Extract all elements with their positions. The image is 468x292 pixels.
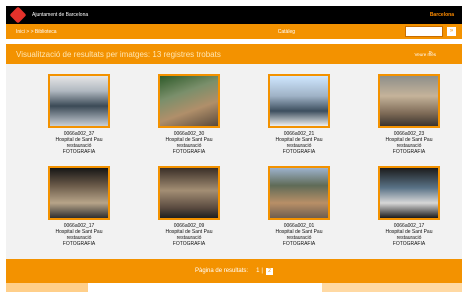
footer: [6, 283, 462, 292]
pagination-label: Pàgina de resultats:: [195, 268, 249, 274]
search-input[interactable]: [405, 26, 443, 37]
result-item[interactable]: 0066a002_23 Hospital de Sant Pau restaur…: [354, 74, 464, 155]
result-item[interactable]: 0066a002_17 Hospital de Sant Pau restaur…: [354, 166, 464, 247]
view-more-link[interactable]: Veure més: [414, 52, 436, 57]
search-button[interactable]: »: [447, 27, 456, 36]
result-thumbnail[interactable]: [268, 166, 330, 220]
result-thumbnail[interactable]: [158, 74, 220, 128]
pagination-separator: |: [261, 268, 263, 274]
result-item[interactable]: 0066a002_09 Hospital de Sant Pau restaur…: [134, 166, 244, 247]
result-type: FOTOGRAFIA: [62, 241, 96, 247]
org-name: Ajuntament de Barcelona: [32, 12, 89, 18]
breadcrumb[interactable]: Inici > > Biblioteca: [16, 29, 57, 35]
result-thumbnail[interactable]: [48, 74, 110, 128]
result-type: FOTOGRAFIA: [62, 149, 96, 155]
results-title: Visualització de resultats per imatges: …: [16, 49, 221, 59]
footer-left[interactable]: [6, 283, 88, 292]
results-grid-area: 0066a002_37 Hospital de Sant Pau restaur…: [6, 64, 462, 259]
results-grid: 0066a002_37 Hospital de Sant Pau restaur…: [6, 64, 462, 259]
result-item[interactable]: 0066a002_30 Hospital de Sant Pau restaur…: [134, 74, 244, 155]
result-item[interactable]: 0066a002_37 Hospital de Sant Pau restaur…: [24, 74, 134, 155]
result-caption: 0066a002_21 Hospital de Sant Pau restaur…: [244, 131, 354, 155]
result-caption: 0066a002_09 Hospital de Sant Pau restaur…: [134, 223, 244, 247]
pagination: Pàgina de resultats: 1 | 2: [6, 259, 462, 283]
result-item[interactable]: 0066a002_21 Hospital de Sant Pau restaur…: [244, 74, 354, 155]
nav-section[interactable]: Catàleg: [278, 29, 295, 35]
result-type: FOTOGRAFIA: [392, 149, 426, 155]
result-type: FOTOGRAFIA: [282, 149, 316, 155]
result-caption: 0066a002_17 Hospital de Sant Pau restaur…: [24, 223, 134, 247]
result-thumbnail[interactable]: [378, 74, 440, 128]
result-thumbnail[interactable]: [158, 166, 220, 220]
result-caption: 0066a002_23 Hospital de Sant Pau restaur…: [354, 131, 464, 155]
pagination-current[interactable]: 1: [256, 268, 259, 274]
pagination-next[interactable]: 2: [265, 267, 273, 275]
view-more-arrow-icon[interactable]: »: [429, 50, 432, 56]
result-type: FOTOGRAFIA: [172, 241, 206, 247]
result-item[interactable]: 0066a002_01 Hospital de Sant Pau restaur…: [244, 166, 354, 247]
result-caption: 0066a002_37 Hospital de Sant Pau restaur…: [24, 131, 134, 155]
result-type: FOTOGRAFIA: [392, 241, 426, 247]
result-thumbnail[interactable]: [48, 166, 110, 220]
result-item[interactable]: 0066a002_17 Hospital de Sant Pau restaur…: [24, 166, 134, 247]
top-right-brand[interactable]: Barcelona: [430, 12, 454, 18]
page: Ajuntament de Barcelona Barcelona Inici …: [0, 0, 468, 292]
nav-bar: Inici > > Biblioteca Catàleg »: [6, 24, 462, 39]
results-header: Visualització de resultats per imatges: …: [6, 44, 462, 64]
result-caption: 0066a002_30 Hospital de Sant Pau restaur…: [134, 131, 244, 155]
barcelona-logo-icon[interactable]: [9, 6, 27, 24]
result-thumbnail[interactable]: [378, 166, 440, 220]
result-type: FOTOGRAFIA: [282, 241, 316, 247]
result-thumbnail[interactable]: [268, 74, 330, 128]
footer-right[interactable]: [322, 283, 462, 292]
result-type: FOTOGRAFIA: [172, 149, 206, 155]
top-bar: Ajuntament de Barcelona Barcelona: [6, 6, 462, 24]
result-caption: 0066a002_01 Hospital de Sant Pau restaur…: [244, 223, 354, 247]
result-caption: 0066a002_17 Hospital de Sant Pau restaur…: [354, 223, 464, 247]
